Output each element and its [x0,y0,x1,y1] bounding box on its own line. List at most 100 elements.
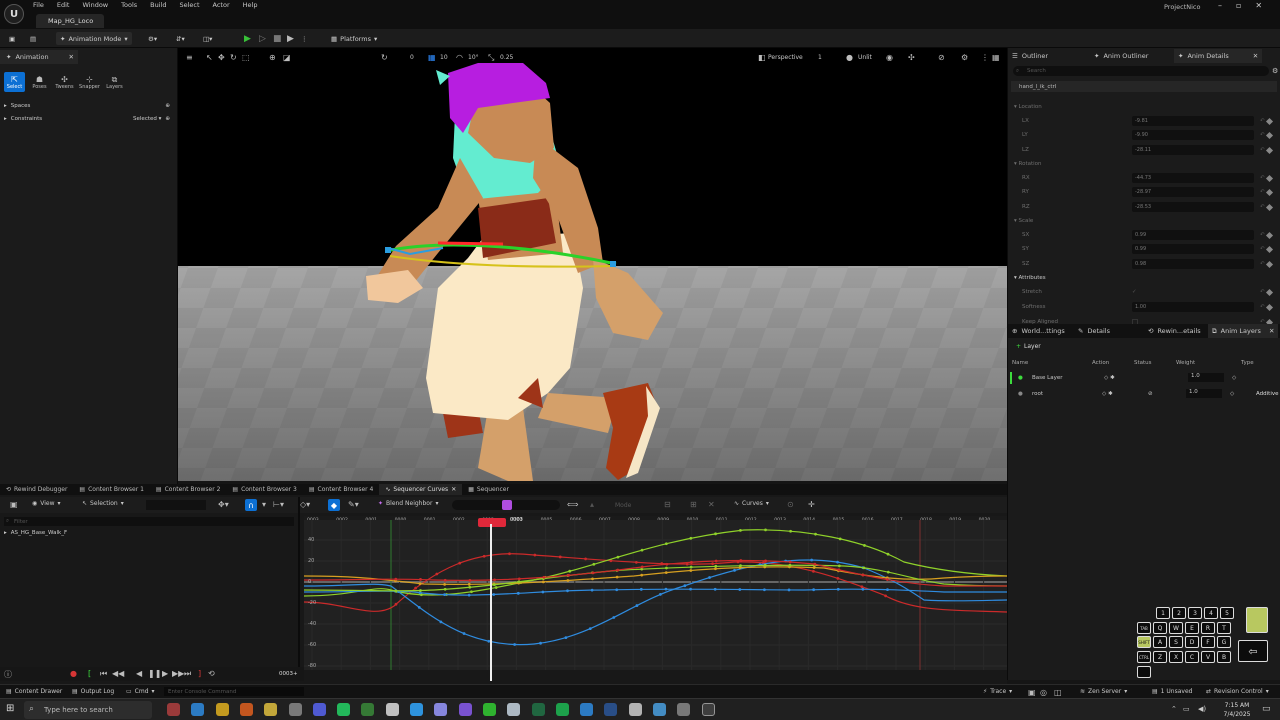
keyframe-point[interactable] [592,562,596,566]
constraints-row[interactable]: ▸ Constraints Selected ▾ ⊕ [4,114,170,124]
cinematics-icon[interactable]: ⇵▾ [176,32,185,45]
keyframe-point[interactable] [443,578,447,582]
calendar-icon[interactable] [677,703,691,716]
keyframe-point[interactable] [836,560,839,564]
layout-icon[interactable]: ⋮ [981,53,989,62]
grid-snap-icon[interactable]: ▦ [428,53,436,62]
tab-sequencer-curves[interactable]: ∿ Sequencer Curves ✕ [379,484,463,495]
menu-tools[interactable]: Tools [121,1,137,11]
translate-icon[interactable]: ✥ [218,53,225,62]
key-diamond-icon[interactable] [1265,245,1274,253]
normalize-icon[interactable]: ▴ [590,500,594,509]
property-value[interactable]: 0.99 [1132,230,1254,240]
splitter[interactable] [298,497,300,670]
keyframe-point[interactable] [862,566,866,570]
keyframe-point[interactable] [664,587,668,591]
close-tab-icon[interactable]: ✕ [451,486,456,493]
section-attributes[interactable]: ▾ Attributes [1014,271,1276,285]
content-icon[interactable]: ▤ [30,32,36,45]
time-input[interactable] [146,500,206,510]
tab-rewind-details[interactable]: ⟲ Rewin...etails [1148,324,1201,338]
keyframe-point[interactable] [533,553,537,557]
reverse-icon[interactable]: ◀ [136,669,142,678]
layer-row-base[interactable]: ● Base Layer ◇ ✱ 1.0 ◇ [1010,372,1278,384]
selection-dropdown[interactable]: ↖ Selection ▾ [82,500,124,507]
keyframe-point[interactable] [482,554,486,558]
keyframe-point[interactable] [467,593,471,597]
property-value[interactable]: -28.53 [1132,202,1254,212]
keyframe-point[interactable] [394,577,398,581]
photos-icon[interactable] [653,703,666,716]
keyframe-point[interactable] [513,643,517,646]
snap-rotate-icon[interactable]: ↻ [381,53,388,62]
keyframe-point[interactable] [739,564,742,568]
excel-icon[interactable] [531,703,545,716]
select-mode-icon[interactable]: ↖ [206,53,213,62]
keyframe-point[interactable] [639,587,643,591]
section-location[interactable]: ▾ Location [1014,100,1276,114]
menu-build[interactable]: Build [150,1,166,11]
volume-icon[interactable]: ◀) [1198,705,1206,713]
snap-value[interactable]: 0 [410,54,414,61]
mode-dropdown[interactable]: ✦ Animation Mode ▾ [56,32,132,45]
key-diamond-icon[interactable] [1265,231,1274,239]
step-back-icon[interactable]: ◀◀ [112,669,124,678]
keyframe-point[interactable] [492,583,496,587]
keyframe-point[interactable] [788,563,792,567]
property-value[interactable]: -9.81 [1132,116,1254,126]
keyframe-point[interactable] [494,586,498,589]
keyframe-point[interactable] [564,636,568,639]
keyframe-point[interactable] [665,562,669,566]
step-forward-icon[interactable]: ▶▶ [172,669,184,678]
keyframe-point[interactable] [837,568,841,572]
select-tool[interactable]: ⇱ Select [4,72,25,92]
frame-icon[interactable]: ⊢▾ [273,500,284,509]
tab-details[interactable]: ✎ Details [1078,324,1110,338]
keyframe-point[interactable] [439,620,443,624]
keyframe-point[interactable] [813,562,817,566]
keyframe-point[interactable] [591,577,594,581]
keyframe-point[interactable] [836,587,840,591]
keyframe-point[interactable] [588,627,592,631]
steam-icon[interactable] [507,703,521,716]
animation-tab[interactable]: ✦ Animation ✕ [0,50,78,64]
current-frame-readout[interactable]: 0003+ [279,671,298,677]
keyframe-point[interactable] [863,544,866,547]
control-name-row[interactable]: hand_l_ik_ctrl [1011,81,1277,92]
keyframe-point[interactable] [739,529,742,532]
settings-icon[interactable]: ⚙ [1272,67,1278,75]
keyframe-point[interactable] [659,593,662,596]
menu-window[interactable]: Window [82,1,108,11]
keyframe-point[interactable] [467,582,471,586]
keyframe-point[interactable] [886,588,889,592]
keyframe-point[interactable] [568,569,572,573]
view-mode-label[interactable]: Unlit [858,54,872,61]
tab-sequencer[interactable]: ▦ Sequencer [462,484,515,495]
network-icon[interactable]: ▭ [1183,705,1190,713]
keyframe-point[interactable] [711,562,714,566]
menu-help[interactable]: Help [243,1,258,11]
world-icon[interactable]: ⊕ [269,53,276,62]
keyframe-point[interactable] [664,542,668,546]
keyframe-point[interactable] [616,568,620,572]
windows-start-icon[interactable]: ⊞ [6,703,14,714]
link-icon[interactable]: ⊙ [787,500,794,509]
rotate-icon[interactable]: ↻ [230,53,237,62]
keyframe-point[interactable] [713,587,717,591]
keyframe-point[interactable] [417,605,421,609]
end-icon[interactable]: ] [198,669,201,678]
keyframe-point[interactable] [615,588,619,592]
revision-control-button[interactable]: ⇄ Revision Control ▾ [1206,688,1269,695]
keyframe-point[interactable] [764,559,767,563]
stop-icon[interactable]: ■ [273,32,282,45]
curves-dropdown[interactable]: ∿ Curves ▾ [734,500,769,507]
close-icon[interactable]: ✕ [1255,1,1262,10]
add-constraint-icon[interactable]: ⊕ [165,116,170,122]
tweens-tool[interactable]: ✣ Tweens [54,72,75,92]
keyframe-point[interactable] [394,589,398,593]
spotify-icon[interactable] [555,703,569,716]
key-icon[interactable]: ◇ ✱ [1104,375,1115,381]
layers-tool[interactable]: ⧉ Layers [104,72,125,92]
keyframe-point[interactable] [640,548,644,552]
reset-icon[interactable]: ↶ [1260,132,1265,138]
